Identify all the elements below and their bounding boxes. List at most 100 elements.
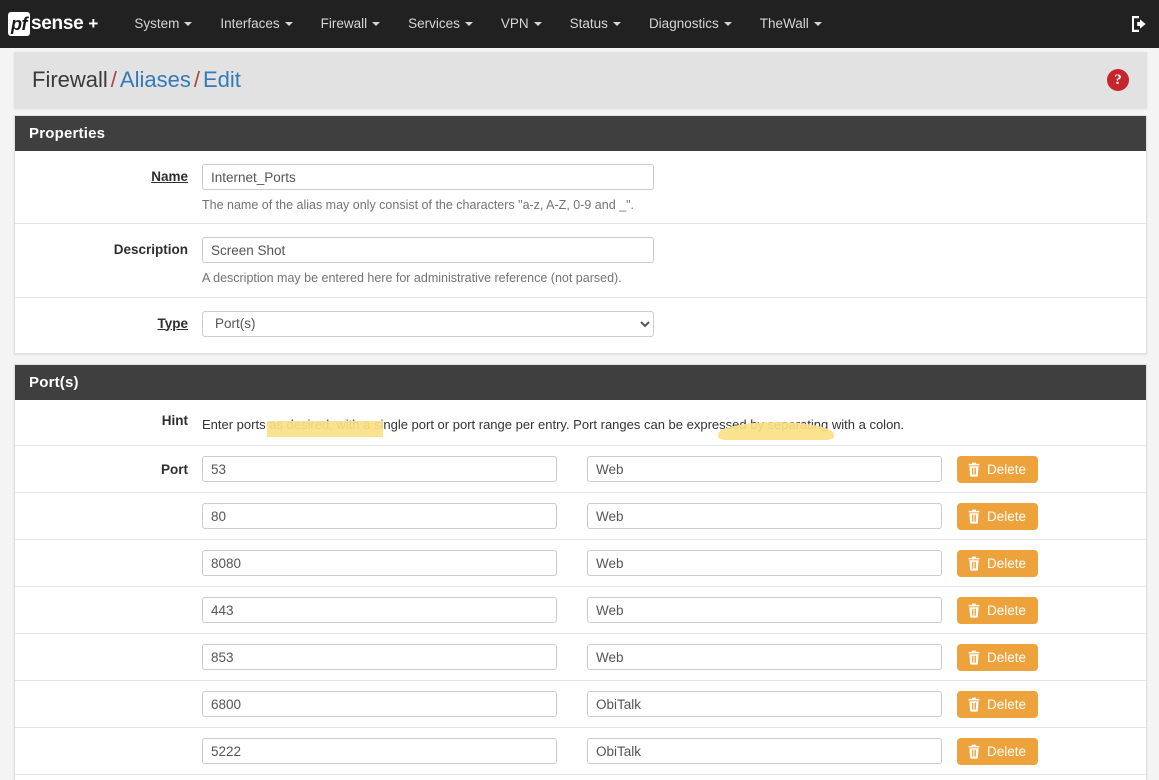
nav-item-services[interactable]: Services bbox=[394, 0, 487, 48]
port-row: Port Delete bbox=[15, 446, 1146, 494]
port-number-input[interactable] bbox=[202, 503, 557, 530]
port-row: Delete bbox=[15, 775, 1146, 780]
breadcrumb-link-aliases[interactable]: Aliases bbox=[120, 67, 191, 92]
pfsense-logo[interactable]: pf sense + bbox=[8, 11, 98, 37]
breadcrumb-bar: Firewall / Aliases / Edit ? bbox=[14, 52, 1147, 108]
description-help-text: A description may be entered here for ad… bbox=[202, 271, 622, 286]
port-row-fields: Delete bbox=[202, 690, 1146, 718]
port-row-fields: Delete bbox=[202, 455, 1146, 483]
port-number-input[interactable] bbox=[202, 597, 557, 624]
properties-panel-body: Name The name of the alias may only cons… bbox=[15, 151, 1146, 353]
nav-item-label: Status bbox=[569, 16, 608, 31]
delete-port-button[interactable]: Delete bbox=[957, 549, 1039, 577]
port-row: Delete bbox=[15, 728, 1146, 776]
nav-item-vpn[interactable]: VPN bbox=[487, 0, 556, 48]
type-field-wrap: Host(s)Network(s)Port(s)URL (IPs)URL (Po… bbox=[202, 310, 1146, 337]
port-number-input[interactable] bbox=[202, 644, 557, 671]
delete-port-button[interactable]: Delete bbox=[957, 502, 1039, 530]
delete-port-button[interactable]: Delete bbox=[957, 690, 1039, 718]
chevron-down-icon bbox=[723, 22, 732, 26]
nav-item-thewall[interactable]: TheWall bbox=[746, 0, 836, 48]
port-description-input[interactable] bbox=[587, 456, 942, 483]
port-number-input[interactable] bbox=[202, 691, 557, 718]
nav-menu: System Interfaces Firewall Services VPN … bbox=[120, 0, 835, 48]
breadcrumb: Firewall / Aliases / Edit bbox=[32, 67, 241, 93]
port-number-input[interactable] bbox=[202, 550, 557, 577]
pfsense-logo-text: sense bbox=[31, 13, 84, 34]
help-icon[interactable]: ? bbox=[1107, 69, 1129, 91]
name-field-wrap: The name of the alias may only consist o… bbox=[202, 164, 1146, 213]
delete-button-label: Delete bbox=[987, 555, 1027, 571]
form-row-description: Description A description may be entered… bbox=[15, 224, 1146, 298]
nav-item-label: Services bbox=[408, 16, 460, 31]
name-help-text: The name of the alias may only consist o… bbox=[202, 198, 634, 212]
port-row-label: Port bbox=[161, 461, 188, 477]
trash-icon bbox=[968, 650, 980, 665]
port-description-input[interactable] bbox=[587, 597, 942, 624]
pfsense-plus-sign: + bbox=[88, 14, 99, 33]
breadcrumb-area: Firewall / Aliases / Edit ? bbox=[0, 48, 1159, 115]
sign-out-icon bbox=[1132, 16, 1146, 32]
port-description-input[interactable] bbox=[587, 550, 942, 577]
delete-button-label: Delete bbox=[987, 461, 1027, 477]
nav-item-firewall[interactable]: Firewall bbox=[307, 0, 395, 48]
nav-item-label: TheWall bbox=[759, 16, 809, 31]
top-navbar: pf sense + System Interfaces Firewall Se… bbox=[0, 0, 1159, 48]
description-input[interactable] bbox=[202, 237, 654, 264]
port-description-input[interactable] bbox=[587, 738, 942, 765]
nav-item-label: Diagnostics bbox=[648, 16, 719, 31]
nav-item-diagnostics[interactable]: Diagnostics bbox=[635, 0, 746, 48]
delete-port-button[interactable]: Delete bbox=[957, 596, 1039, 624]
nav-item-status[interactable]: Status bbox=[556, 0, 635, 48]
trash-icon bbox=[968, 556, 980, 571]
form-row-name: Name The name of the alias may only cons… bbox=[15, 151, 1146, 225]
port-description-input[interactable] bbox=[587, 691, 942, 718]
port-row-fields: Delete bbox=[202, 737, 1146, 765]
chevron-down-icon bbox=[533, 22, 542, 26]
port-description-input[interactable] bbox=[587, 644, 942, 671]
description-field-wrap: A description may be entered here for ad… bbox=[202, 237, 1146, 286]
nav-item-label: System bbox=[134, 16, 180, 31]
delete-port-button[interactable]: Delete bbox=[957, 643, 1039, 671]
nav-item-label: Interfaces bbox=[220, 16, 280, 31]
port-row: Delete bbox=[15, 681, 1146, 729]
pfsense-logo-mark: pf bbox=[8, 12, 30, 36]
port-row-fields: Delete bbox=[202, 549, 1146, 577]
form-row-type: Type Host(s)Network(s)Port(s)URL (IPs)UR… bbox=[15, 298, 1146, 353]
type-select[interactable]: Host(s)Network(s)Port(s)URL (IPs)URL (Po… bbox=[202, 310, 654, 337]
trash-icon bbox=[968, 603, 980, 618]
breadcrumb-root: Firewall bbox=[32, 67, 108, 92]
delete-button-label: Delete bbox=[987, 602, 1027, 618]
port-number-input[interactable] bbox=[202, 738, 557, 765]
description-label: Description bbox=[113, 242, 188, 258]
hint-text: Enter ports as desired, with a single po… bbox=[202, 416, 905, 432]
breadcrumb-link-edit[interactable]: Edit bbox=[203, 67, 241, 92]
nav-item-label: VPN bbox=[500, 16, 529, 31]
delete-button-label: Delete bbox=[987, 743, 1027, 759]
name-input[interactable] bbox=[202, 164, 654, 190]
port-number-input[interactable] bbox=[202, 456, 557, 483]
delete-button-label: Delete bbox=[987, 696, 1027, 712]
chevron-down-icon bbox=[612, 22, 621, 26]
nav-item-interfaces[interactable]: Interfaces bbox=[206, 0, 306, 48]
port-description-input[interactable] bbox=[587, 503, 942, 530]
chevron-down-icon bbox=[372, 22, 381, 26]
port-row-fields: Delete bbox=[202, 643, 1146, 671]
trash-icon bbox=[968, 509, 980, 524]
chevron-down-icon bbox=[813, 22, 822, 26]
chevron-down-icon bbox=[464, 22, 473, 26]
trash-icon bbox=[968, 462, 980, 477]
properties-panel-heading: Properties bbox=[15, 116, 1146, 151]
nav-item-system[interactable]: System bbox=[120, 0, 206, 48]
port-row-fields: Delete bbox=[202, 502, 1146, 530]
port-row: Delete bbox=[15, 493, 1146, 541]
ports-panel-heading: Port(s) bbox=[15, 364, 1146, 400]
delete-port-button[interactable]: Delete bbox=[957, 455, 1039, 483]
hint-label: Hint bbox=[161, 412, 188, 428]
logout-button[interactable] bbox=[1129, 0, 1149, 48]
port-row-fields: Delete bbox=[202, 596, 1146, 624]
chevron-down-icon bbox=[184, 22, 193, 26]
delete-port-button[interactable]: Delete bbox=[957, 737, 1039, 765]
port-row: Delete bbox=[15, 587, 1146, 635]
delete-button-label: Delete bbox=[987, 508, 1027, 524]
